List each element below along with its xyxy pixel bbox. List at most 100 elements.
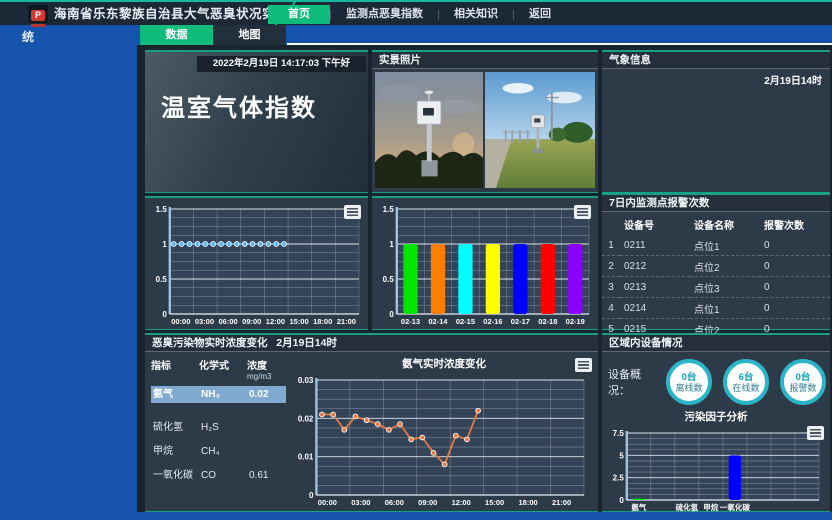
stat-label: 离线数 bbox=[675, 383, 702, 393]
greenhouse-line-chart: 00.511.500:0003:0006:0009:0012:0015:0018… bbox=[148, 201, 365, 327]
svg-text:0.03: 0.03 bbox=[298, 376, 314, 385]
svg-text:06:00: 06:00 bbox=[385, 498, 404, 507]
svg-text:02-15: 02-15 bbox=[456, 317, 475, 326]
svg-text:02-19: 02-19 bbox=[566, 317, 585, 326]
alarm-col-header: 设备号 bbox=[620, 214, 690, 235]
alarm-col-header: 报警次数 bbox=[760, 214, 830, 235]
alarm-table-row: 20212点位20 bbox=[602, 256, 830, 277]
svg-text:03:00: 03:00 bbox=[195, 317, 214, 326]
greenhouse-index-title: 温室气体指数 bbox=[161, 88, 317, 123]
photo-station-sunset[interactable] bbox=[375, 72, 483, 188]
svg-text:7.5: 7.5 bbox=[613, 429, 625, 438]
chart-toolbox-icon[interactable] bbox=[344, 205, 361, 219]
device-stat-circles: 0台离线数6台在线数0台报警数 bbox=[666, 359, 826, 405]
app-title-overflow: 统 bbox=[22, 28, 34, 45]
svg-text:03:00: 03:00 bbox=[351, 498, 370, 507]
svg-text:12:00: 12:00 bbox=[452, 498, 471, 507]
svg-text:06:00: 06:00 bbox=[219, 317, 238, 326]
svg-text:5: 5 bbox=[619, 451, 624, 460]
svg-text:02-17: 02-17 bbox=[511, 317, 530, 326]
svg-text:硫化氢: 硫化氢 bbox=[676, 502, 699, 512]
alarm-col-header: 设备名称 bbox=[690, 214, 760, 235]
app-root: P 海南省乐东黎族自治县大气恶臭状况实时发布系 首页监测点恶臭指数相关知识返回 … bbox=[0, 0, 832, 520]
svg-text:0: 0 bbox=[389, 310, 394, 319]
svg-text:氨气: 氨气 bbox=[631, 502, 646, 512]
odor-panel-time: 2月19日14时 bbox=[276, 337, 337, 349]
svg-text:02-16: 02-16 bbox=[483, 317, 502, 326]
region-devices-title: 区域内设备情况 bbox=[602, 335, 830, 352]
chart-toolbox-icon[interactable] bbox=[807, 426, 824, 440]
panel-greenhouse-index: 2022年2月19日 14:17:03 下午好 温室气体指数 bbox=[145, 50, 368, 193]
nav-item-3[interactable]: 返回 bbox=[514, 5, 566, 24]
svg-text:0.5: 0.5 bbox=[156, 275, 168, 284]
svg-text:09:00: 09:00 bbox=[418, 498, 437, 507]
svg-text:18:00: 18:00 bbox=[519, 498, 538, 507]
photo-row bbox=[372, 69, 598, 191]
odor-row[interactable]: 一氧化碳CO0.61 bbox=[151, 467, 286, 484]
odor-row[interactable]: 甲烷CH₄ bbox=[151, 443, 286, 460]
nav-item-1[interactable]: 监测点恶臭指数 bbox=[331, 5, 438, 24]
odor-col-formula: 化学式 bbox=[199, 357, 247, 372]
svg-text:15:00: 15:00 bbox=[289, 317, 308, 326]
panel-weather-info: 气象信息 2月19日14时 bbox=[602, 50, 830, 193]
svg-text:0: 0 bbox=[162, 310, 167, 319]
ammonia-chart-area: 氨气实时浓度变化 00.010.020.0300:0003:0006:0009:… bbox=[290, 352, 598, 513]
svg-text:0.5: 0.5 bbox=[383, 275, 395, 284]
svg-text:21:00: 21:00 bbox=[337, 317, 356, 326]
alarm-table-row: 10211点位10 bbox=[602, 235, 830, 256]
stat-label: 在线数 bbox=[732, 383, 759, 393]
svg-text:2.5: 2.5 bbox=[613, 474, 625, 483]
svg-text:12:00: 12:00 bbox=[266, 317, 285, 326]
content-area: 2022年2月19日 14:17:03 下午好 温室气体指数 实景照片 bbox=[137, 45, 832, 512]
weather-info-title: 气象信息 bbox=[602, 52, 830, 69]
panel-greenhouse-line-chart: 00.511.500:0003:0006:0009:0012:0015:0018… bbox=[145, 196, 368, 330]
nav-item-2[interactable]: 相关知识 bbox=[439, 5, 513, 24]
stat-label: 报警数 bbox=[789, 383, 816, 393]
svg-text:0.01: 0.01 bbox=[298, 453, 314, 462]
panel-odor-concentration: 恶臭污染物实时浓度变化 2月19日14时 指标 化学式 浓度mg/m3 氨气NH… bbox=[145, 333, 598, 512]
tab-strip: 数据地图 bbox=[140, 25, 286, 45]
svg-text:15:00: 15:00 bbox=[485, 498, 504, 507]
nav-item-0[interactable]: 首页 bbox=[268, 5, 330, 24]
panel-scene-photos: 实景照片 bbox=[372, 50, 598, 193]
svg-text:09:00: 09:00 bbox=[242, 317, 261, 326]
svg-text:00:00: 00:00 bbox=[171, 317, 190, 326]
odor-row[interactable]: 氨气NH₃0.02 bbox=[151, 386, 286, 403]
stat-circle-0: 0台离线数 bbox=[666, 359, 712, 405]
odor-table: 指标 化学式 浓度mg/m3 氨气NH₃0.02硫化氢H₂S甲烷CH₄一氧化碳C… bbox=[145, 352, 290, 513]
stat-circle-2: 0台报警数 bbox=[780, 359, 826, 405]
svg-text:1.5: 1.5 bbox=[383, 205, 395, 214]
stat-count: 6台 bbox=[739, 372, 754, 383]
svg-text:0: 0 bbox=[619, 496, 624, 505]
svg-text:02-14: 02-14 bbox=[428, 317, 448, 326]
odor-col-indicator: 指标 bbox=[151, 357, 199, 372]
photo-station-field[interactable] bbox=[485, 72, 595, 188]
app-logo-icon: P bbox=[28, 5, 48, 23]
alarm-table-header: 设备号设备名称报警次数 bbox=[602, 214, 830, 235]
pollution-factor-bar-chart: 0 2.5 5 7.5 氨气 硫化氢甲烷一氧化碳 bbox=[605, 425, 825, 513]
svg-text:02-18: 02-18 bbox=[538, 317, 557, 326]
svg-text:1: 1 bbox=[389, 240, 394, 249]
svg-text:18:00: 18:00 bbox=[313, 317, 332, 326]
datetime-bar: 2022年2月19日 14:17:03 下午好 bbox=[197, 56, 366, 72]
stat-circle-1: 6台在线数 bbox=[723, 359, 769, 405]
odor-col-unit: mg/m3 bbox=[247, 372, 287, 381]
odor-row[interactable]: 硫化氢H₂S bbox=[151, 419, 286, 436]
chart-toolbox-icon[interactable] bbox=[575, 358, 592, 372]
svg-text:甲烷: 甲烷 bbox=[703, 502, 718, 512]
chart-toolbox-icon[interactable] bbox=[574, 205, 591, 219]
header-bar: P 海南省乐东黎族自治县大气恶臭状况实时发布系 首页监测点恶臭指数相关知识返回 bbox=[0, 0, 832, 25]
odor-panel-title: 恶臭污染物实时浓度变化 bbox=[152, 337, 268, 349]
panel-daily-index-bar-chart: 00.511.502-1302-1402-1502-1602-1702-1802… bbox=[372, 196, 598, 330]
tab-1[interactable]: 地图 bbox=[213, 25, 286, 45]
panel-alarm-counts: 7日内监测点报警次数 设备号设备名称报警次数 10211点位1020212点位2… bbox=[602, 193, 830, 330]
alarm-table-row: 30213点位30 bbox=[602, 277, 830, 298]
weather-time: 2月19日14时 bbox=[602, 69, 830, 90]
tab-0[interactable]: 数据 bbox=[140, 25, 213, 45]
svg-text:00:00: 00:00 bbox=[318, 498, 337, 507]
daily-index-bar-chart: 00.511.502-1302-1402-1502-1602-1702-1802… bbox=[375, 201, 595, 327]
ammonia-line-chart: 00.010.020.0300:0003:0006:0009:0012:0015… bbox=[290, 372, 590, 508]
stat-count: 0台 bbox=[682, 372, 697, 383]
alarm-counts-title: 7日内监测点报警次数 bbox=[602, 195, 830, 212]
svg-text:一氧化碳: 一氧化碳 bbox=[720, 502, 750, 512]
